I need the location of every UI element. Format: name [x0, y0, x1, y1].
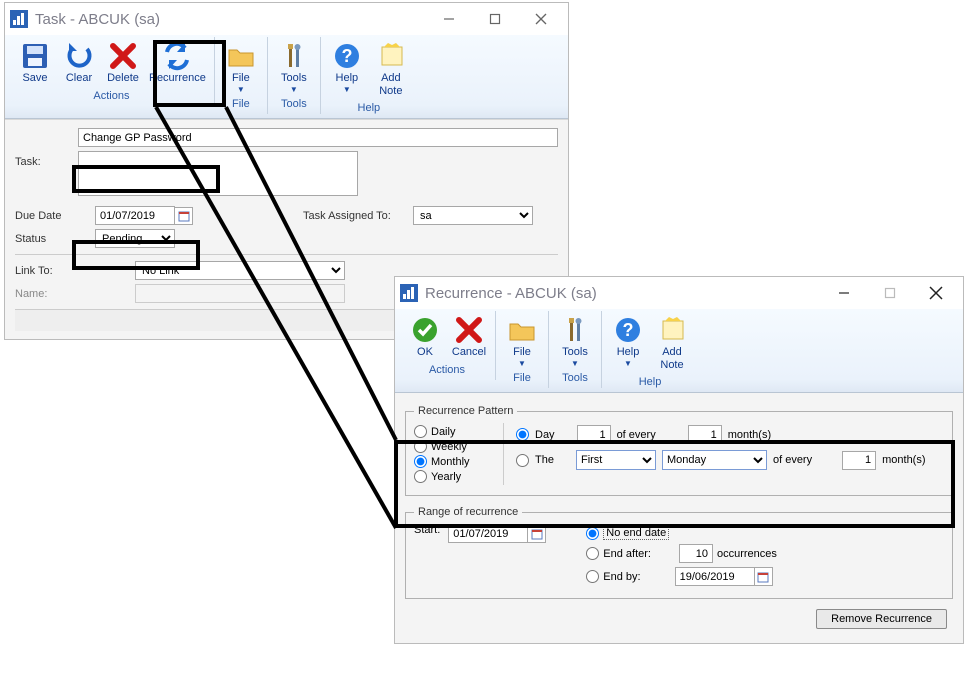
callout-connector — [0, 0, 971, 691]
